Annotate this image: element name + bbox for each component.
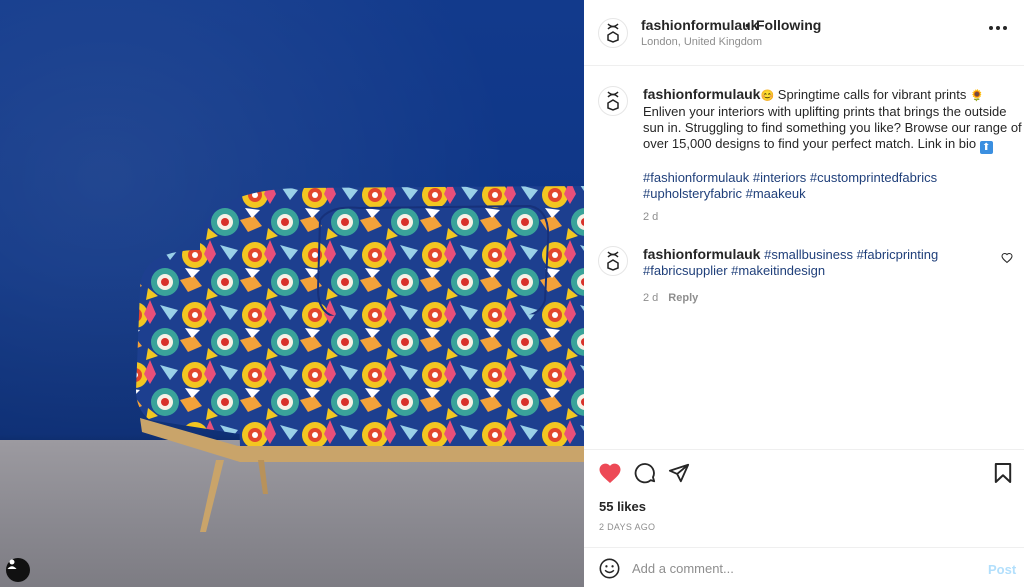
separator-dot: •: [745, 17, 750, 33]
post-location[interactable]: London, United Kingdom: [641, 36, 762, 48]
sofa-illustration: [136, 186, 584, 532]
smile-emoji: 😊: [760, 90, 775, 102]
post-comment-button[interactable]: Post: [988, 562, 1016, 577]
comment-item: fashionformulauk #smallbusiness #fabricp…: [598, 246, 1008, 306]
sunflower-emoji: 🌻: [969, 90, 984, 102]
more-horizontal-icon[interactable]: [989, 26, 1007, 30]
caption-part-1: Springtime calls for vibrant prints: [774, 87, 970, 102]
brand-logo-icon: [607, 91, 619, 111]
post-details-panel: fashionformulauk • Following London, Uni…: [584, 0, 1024, 587]
brand-logo-icon: [607, 251, 619, 271]
comment-like-heart-icon[interactable]: [1001, 252, 1013, 264]
comment-hashtags-1[interactable]: #smallbusiness #fabricprinting: [764, 247, 938, 262]
add-comment-bar: Post: [584, 547, 1024, 587]
likes-count[interactable]: 55 likes: [599, 499, 646, 514]
following-button[interactable]: Following: [756, 17, 821, 33]
comment-text: fashionformulauk #smallbusiness #fabricp…: [643, 246, 1024, 279]
smiley-icon[interactable]: [599, 558, 620, 579]
comment-username[interactable]: fashionformulauk: [643, 246, 760, 262]
comment-hashtags-2[interactable]: #fabricsupplier #makeitindesign: [643, 263, 825, 278]
caption-hashtags-2[interactable]: #upholsteryfabric #maakeuk: [643, 186, 1024, 202]
post-actions: 55 likes 2 DAYS AGO: [584, 449, 1024, 547]
post-header: fashionformulauk • Following London, Uni…: [584, 0, 1024, 66]
caption-hashtags-1[interactable]: #fashionformulauk #interiors #customprin…: [643, 170, 1024, 186]
caption-username[interactable]: fashionformulauk: [643, 86, 760, 102]
comment-meta: 2 d Reply: [643, 292, 698, 304]
post-timestamp[interactable]: 2 DAYS AGO: [599, 522, 655, 532]
comment-input[interactable]: [632, 556, 972, 580]
caption: fashionformulauk😊 Springtime calls for v…: [598, 86, 1022, 236]
caption-text: fashionformulauk😊 Springtime calls for v…: [643, 86, 1024, 202]
profile-avatar[interactable]: [598, 18, 628, 48]
caption-avatar[interactable]: [598, 86, 628, 116]
user-tag-icon[interactable]: [6, 558, 30, 582]
heart-filled-icon[interactable]: [598, 462, 622, 484]
reply-button[interactable]: Reply: [668, 292, 698, 304]
brand-logo-icon: [607, 23, 619, 43]
comment-avatar[interactable]: [598, 246, 628, 276]
send-icon[interactable]: [668, 462, 690, 484]
comment-icon[interactable]: [634, 462, 656, 484]
post-username[interactable]: fashionformulauk: [641, 17, 758, 33]
bookmark-icon[interactable]: [994, 462, 1012, 484]
post-image[interactable]: [0, 0, 584, 587]
up-arrow-emoji: ⬆: [979, 141, 993, 154]
comment-time[interactable]: 2 d: [643, 292, 658, 304]
caption-part-2: Enliven your interiors with uplifting pr…: [643, 104, 1022, 151]
comments-list: fashionformulauk😊 Springtime calls for v…: [584, 66, 1024, 448]
caption-time[interactable]: 2 d: [643, 211, 658, 223]
